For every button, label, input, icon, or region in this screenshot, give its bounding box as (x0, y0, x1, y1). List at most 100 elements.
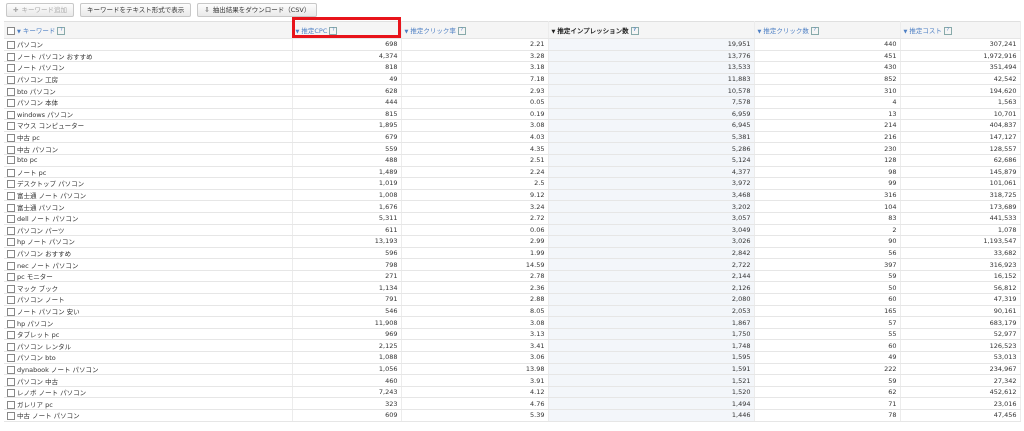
cost-cell: 194,620 (900, 84, 1021, 97)
row-checkbox[interactable] (7, 99, 15, 108)
clicks-cell: 83 (754, 212, 901, 225)
row-checkbox[interactable] (7, 261, 15, 270)
row-checkbox[interactable] (7, 307, 15, 316)
help-icon[interactable]: ? (810, 27, 819, 35)
download-csv-button[interactable]: ⇩ 抽出結果をダウンロード（CSV） (197, 3, 318, 17)
impressions-cell: 1,591 (548, 363, 755, 376)
keyword-cell: 中古 ノート パソコン (4, 409, 293, 422)
cpc-cell: 4,374 (292, 50, 402, 63)
impressions-cell: 1,520 (548, 386, 755, 399)
keyword-cell: 富士通 パソコン (4, 200, 293, 213)
ctr-cell: 2.88 (401, 293, 549, 306)
sort-icon: ▼ (17, 29, 21, 35)
help-icon[interactable]: ? (630, 27, 639, 35)
select-all-checkbox[interactable] (7, 27, 15, 35)
keyword-text: 富士通 パソコン (17, 203, 65, 212)
row-checkbox[interactable] (7, 203, 15, 212)
row-checkbox[interactable] (7, 41, 15, 50)
header-cost[interactable]: ▼ 推定コスト? (900, 21, 1021, 39)
sort-icon: ▼ (404, 29, 409, 35)
row-checkbox[interactable] (7, 412, 15, 421)
table-row: レノボ ノート パソコン 7,243 4.12 1,520 62 452,612 (4, 386, 1021, 399)
keyword-cell: dell ノート パソコン (4, 212, 293, 225)
header-keyword[interactable]: ▼ キーワード? (4, 21, 293, 39)
header-ctr[interactable]: ▼ 推定クリック率? (401, 21, 549, 39)
clicks-cell: 62 (754, 386, 901, 399)
row-checkbox[interactable] (7, 249, 15, 258)
cpc-cell: 2,125 (292, 339, 402, 353)
keyword-cell: nec ノート パソコン (4, 258, 293, 271)
row-checkbox[interactable] (7, 284, 15, 293)
keyword-text: パソコン 工房 (17, 76, 59, 85)
row-checkbox[interactable] (7, 377, 15, 386)
help-icon[interactable]: ? (57, 27, 66, 35)
cpc-cell: 1,134 (292, 281, 402, 295)
cost-cell: 683,179 (900, 316, 1021, 329)
cpc-cell: 609 (292, 409, 402, 422)
header-clicks[interactable]: ▼ 推定クリック数? (754, 21, 901, 39)
keyword-text: dell ノート パソコン (17, 215, 79, 224)
impressions-cell: 4,377 (548, 166, 755, 179)
add-keyword-button[interactable]: ✚ キーワード追加 (6, 3, 74, 17)
row-checkbox[interactable] (7, 145, 15, 154)
cpc-cell: 596 (292, 247, 402, 260)
ctr-cell: 0.06 (401, 224, 549, 237)
cpc-cell: 628 (292, 84, 402, 97)
row-checkbox[interactable] (7, 110, 15, 119)
ctr-cell: 1.99 (401, 247, 549, 260)
cost-cell: 90,161 (900, 305, 1021, 318)
ctr-cell: 4.12 (401, 386, 549, 399)
keyword-cell: ノート パソコン (4, 61, 293, 74)
header-impressions[interactable]: ▼ 推定インプレッション数? (548, 21, 755, 39)
row-checkbox[interactable] (7, 331, 15, 339)
impressions-cell: 2,722 (548, 258, 755, 271)
show-text-button[interactable]: キーワードをテキスト形式で表示 (79, 3, 192, 17)
highlight-box (292, 17, 401, 38)
row-checkbox[interactable] (7, 342, 15, 351)
impressions-cell: 2,842 (548, 247, 755, 260)
row-checkbox[interactable] (7, 52, 15, 61)
row-checkbox[interactable] (7, 156, 15, 165)
table-row: パソコン おすすめ 596 1.99 2,842 56 33,682 (4, 247, 1021, 260)
row-checkbox[interactable] (7, 180, 15, 189)
help-icon[interactable]: ? (457, 27, 466, 35)
row-checkbox[interactable] (7, 64, 15, 73)
row-checkbox[interactable] (7, 226, 15, 235)
table-row: ガレリア pc 323 4.76 1,494 71 23,016 (4, 397, 1021, 410)
row-checkbox[interactable] (7, 192, 15, 200)
row-checkbox[interactable] (7, 365, 15, 374)
keyword-cell: パソコン レンタル (4, 339, 293, 353)
impressions-cell: 2,080 (548, 293, 755, 306)
clicks-cell: 2 (754, 224, 901, 237)
clicks-cell: 451 (754, 50, 901, 63)
cpc-cell: 815 (292, 108, 402, 121)
cost-cell: 101,061 (900, 177, 1021, 190)
impressions-cell: 3,057 (548, 212, 755, 225)
row-checkbox[interactable] (7, 134, 15, 142)
row-checkbox[interactable] (7, 87, 15, 96)
row-checkbox[interactable] (7, 215, 15, 224)
row-checkbox[interactable] (7, 389, 15, 397)
clicks-cell: 128 (754, 154, 901, 167)
table-row: パソコン レンタル 2,125 3.41 1,748 60 126,523 (4, 339, 1021, 353)
row-checkbox[interactable] (7, 273, 15, 282)
cpc-cell: 791 (292, 293, 402, 306)
keyword-cell: パソコン ノート (4, 293, 293, 306)
row-checkbox[interactable] (7, 168, 15, 177)
help-icon[interactable]: ? (943, 27, 952, 35)
row-checkbox[interactable] (7, 354, 15, 363)
table-row: 中古 pc 679 4.03 5,381 216 147,127 (4, 131, 1021, 144)
row-checkbox[interactable] (7, 400, 15, 409)
ctr-cell: 2.51 (401, 154, 549, 167)
row-checkbox[interactable] (7, 122, 15, 131)
row-checkbox[interactable] (7, 319, 15, 328)
impressions-cell: 11,883 (548, 73, 755, 86)
cpc-cell: 611 (292, 224, 402, 237)
row-checkbox[interactable] (7, 296, 15, 305)
cpc-cell: 323 (292, 397, 402, 410)
row-checkbox[interactable] (7, 76, 15, 84)
cpc-cell: 460 (292, 374, 402, 387)
ctr-cell: 3.06 (401, 351, 549, 364)
row-checkbox[interactable] (7, 238, 15, 247)
cost-cell: 56,812 (900, 281, 1021, 295)
